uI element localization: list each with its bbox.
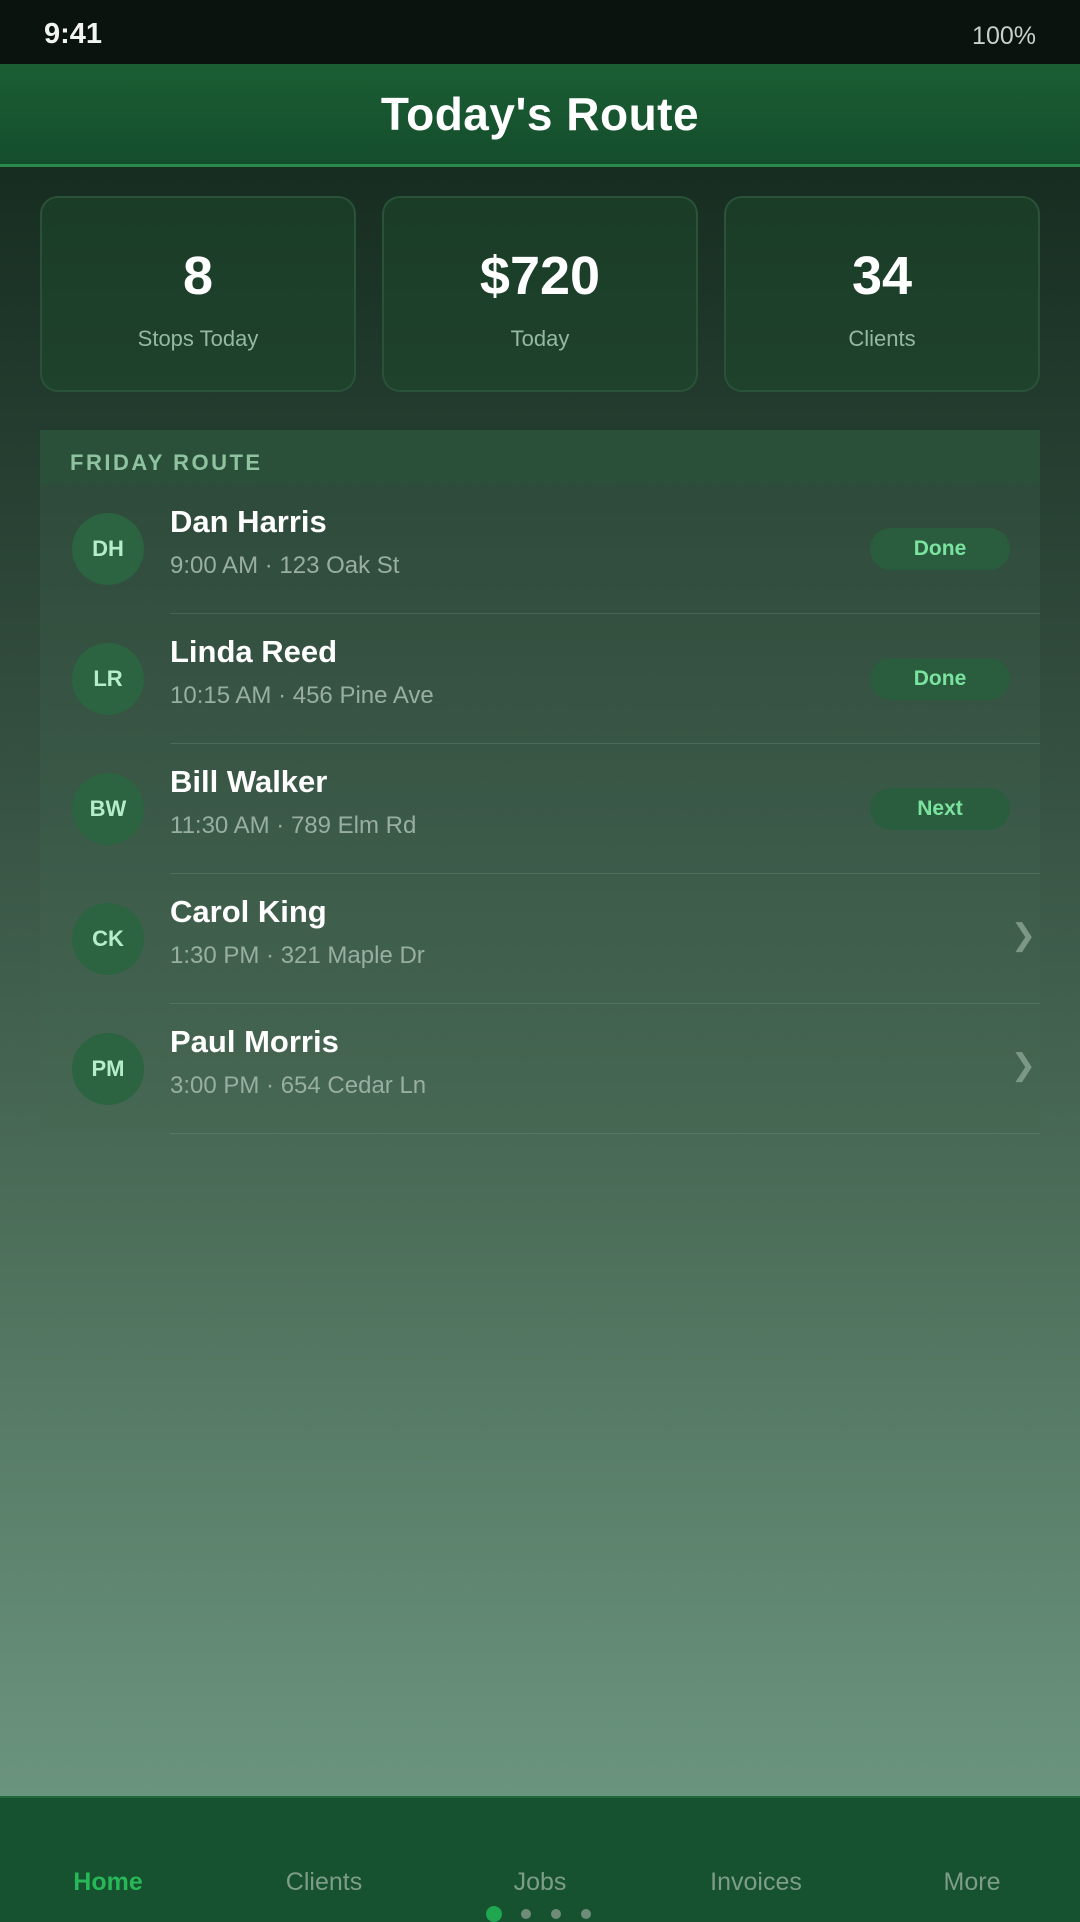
tab-jobs[interactable]: Jobs [432,1868,648,1897]
stat-card-earnings[interactable]: $720 Today [382,196,698,392]
stat-card-clients[interactable]: 34 Clients [724,196,1040,392]
bottom-tab-bar: Home Clients Jobs Invoices More [0,1796,1080,1922]
route-stop[interactable]: DH Dan Harris 9:00 AM · 123 Oak St Done [40,484,1040,614]
tab-invoices[interactable]: Invoices [648,1868,864,1897]
route-stop[interactable]: CK Carol King 1:30 PM · 321 Maple Dr ❯ [40,874,1040,1004]
app-header: Today's Route [0,64,1080,167]
stop-time-address: 11:30 AM · 789 Elm Rd [170,812,417,839]
avatar: BW [72,773,144,845]
stat-label: Stops Today [137,326,259,351]
client-name: Carol King [170,894,327,929]
stat-card-stops[interactable]: 8 Stops Today [40,196,356,392]
stat-label: Clients [848,326,916,351]
chevron-right-icon: ❯ [1010,919,1036,952]
tab-clients[interactable]: Clients [216,1868,432,1897]
status-badge-next: Next [870,788,1010,830]
stop-time-address: 3:00 PM · 654 Cedar Ln [170,1072,427,1099]
status-bar: 9:41 100% [0,0,1080,64]
avatar: PM [72,1033,144,1105]
chevron-right-icon: ❯ [1010,1049,1036,1082]
avatar: LR [72,643,144,715]
stat-value: 8 [182,246,214,306]
stat-label: Today [510,326,570,351]
avatar: DH [72,513,144,585]
client-name: Dan Harris [170,504,327,539]
page-dot[interactable] [551,1909,561,1919]
client-name: Linda Reed [170,634,338,669]
stat-value: $720 [479,246,601,306]
route-stop[interactable]: PM Paul Morris 3:00 PM · 654 Cedar Ln ❯ [40,1004,1040,1134]
tab-more[interactable]: More [864,1868,1080,1897]
client-name: Paul Morris [170,1024,339,1059]
divider [170,1133,1040,1134]
route-section-header: FRIDAY ROUTE [40,430,1040,484]
status-badge-done: Done [870,658,1010,700]
route-stop[interactable]: LR Linda Reed 10:15 AM · 456 Pine Ave Do… [40,614,1040,744]
client-name: Bill Walker [170,764,328,799]
battery-level: 100% [972,22,1036,50]
stop-time-address: 10:15 AM · 456 Pine Ave [170,682,434,709]
stop-time-address: 9:00 AM · 123 Oak St [170,552,400,579]
avatar: CK [72,903,144,975]
stop-time-address: 1:30 PM · 321 Maple Dr [170,942,425,969]
status-time: 9:41 [44,18,103,50]
tab-home[interactable]: Home [0,1868,216,1897]
route-list: FRIDAY ROUTE DH Dan Harris 9:00 AM · 123… [40,430,1040,1134]
route-stop[interactable]: BW Bill Walker 11:30 AM · 789 Elm Rd Nex… [40,744,1040,874]
route-heading: FRIDAY ROUTE [70,450,263,475]
page-dot[interactable] [581,1909,591,1919]
page-title: Today's Route [380,88,700,140]
status-badge-done: Done [870,528,1010,570]
stat-value: 34 [851,246,913,306]
page-dot[interactable] [521,1909,531,1919]
